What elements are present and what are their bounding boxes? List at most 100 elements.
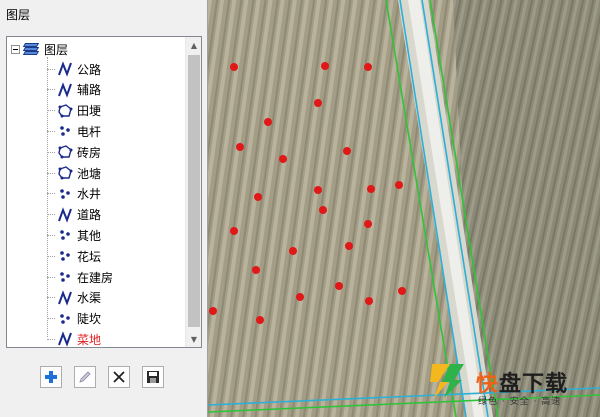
tree-connector <box>47 234 55 236</box>
layer-tree: 图层 公路辅路田埂电杆砖房池塘水井道路其他花坛在建房水渠陡坎菜地 ▲ ▼ <box>6 36 202 348</box>
layer-label: 砖房 <box>77 145 102 160</box>
tree-connector <box>47 297 55 299</box>
layer-item[interactable]: 陡坎 <box>47 309 101 329</box>
layer-item[interactable]: 池塘 <box>47 163 101 183</box>
layer-item[interactable]: 田埂 <box>47 101 101 121</box>
save-icon <box>147 371 159 383</box>
scroll-up-icon[interactable]: ▲ <box>186 37 201 53</box>
layers-stack-icon <box>22 43 40 55</box>
point-marker[interactable] <box>367 185 375 193</box>
tree-connector <box>47 214 55 216</box>
vertical-scrollbar[interactable]: ▲ ▼ <box>185 37 201 347</box>
line-layer-icon <box>57 289 73 306</box>
layer-item[interactable]: 砖房 <box>47 142 101 162</box>
polygon-layer-icon <box>57 144 73 160</box>
layer-label: 电杆 <box>77 124 102 139</box>
point-layer-icon <box>57 311 73 327</box>
layer-label: 池塘 <box>77 166 102 181</box>
layer-panel: 图层 图层 公路辅路田埂电杆砖房池塘水井道路其他花坛在建房水渠陡坎菜地 ▲ ▼ <box>0 0 208 417</box>
tree-connector <box>47 68 55 70</box>
add-layer-button[interactable] <box>40 366 62 388</box>
layer-item[interactable]: 水井 <box>47 184 101 204</box>
point-marker[interactable] <box>343 147 351 155</box>
point-marker[interactable] <box>364 220 372 228</box>
watermark-tagline: 绿色 · 安全 · 高速 <box>478 397 562 407</box>
map-view[interactable]: 快盘下载 绿色 · 安全 · 高速 <box>208 0 600 417</box>
point-marker[interactable] <box>230 63 238 71</box>
layer-label: 陡坎 <box>77 312 102 327</box>
point-marker[interactable] <box>252 266 260 274</box>
layer-item[interactable]: 电杆 <box>47 121 101 141</box>
layer-label: 水井 <box>77 187 102 202</box>
line-layer-icon <box>57 206 73 223</box>
layer-label: 其他 <box>77 228 102 243</box>
tree-connector <box>47 338 55 340</box>
layer-toolbar <box>40 366 164 388</box>
point-marker[interactable] <box>335 282 343 290</box>
point-marker[interactable] <box>321 62 329 70</box>
panel-title: 图层 <box>6 8 31 22</box>
point-marker[interactable] <box>395 181 403 189</box>
point-marker[interactable] <box>296 293 304 301</box>
tree-connector <box>47 172 55 174</box>
edit-layer-button[interactable] <box>74 366 96 388</box>
tree-connector <box>47 276 55 278</box>
layer-item[interactable]: 公路 <box>47 59 101 79</box>
point-marker[interactable] <box>364 63 372 71</box>
add-icon <box>45 371 57 383</box>
brand-logo-icon <box>430 364 464 398</box>
save-layer-button[interactable] <box>142 366 164 388</box>
layer-label: 田埂 <box>77 104 102 119</box>
layer-label: 水渠 <box>77 291 102 306</box>
layer-item[interactable]: 道路 <box>47 205 101 225</box>
line-layer-icon <box>57 331 73 347</box>
line-layer-icon <box>57 61 73 77</box>
point-marker[interactable] <box>365 297 373 305</box>
layer-item[interactable]: 其他 <box>47 225 101 245</box>
tree-root-label: 图层 <box>44 42 69 57</box>
layer-label: 道路 <box>77 208 102 223</box>
line-layer-icon <box>57 81 73 98</box>
tree-root[interactable]: 图层 <box>11 41 68 57</box>
scroll-down-icon[interactable]: ▼ <box>186 331 201 347</box>
tree-connector <box>47 89 55 91</box>
tree-connector <box>47 193 55 195</box>
point-marker[interactable] <box>236 143 244 151</box>
point-marker[interactable] <box>314 99 322 107</box>
layer-label: 花坛 <box>77 249 102 264</box>
point-marker[interactable] <box>279 155 287 163</box>
layer-label: 在建房 <box>77 270 114 285</box>
layer-item[interactable]: 花坛 <box>47 246 101 266</box>
delete-icon <box>113 371 125 383</box>
watermark: 快盘下载 绿色 · 安全 · 高速 <box>428 360 600 417</box>
point-layer-icon <box>57 186 73 202</box>
collapse-toggle-icon[interactable] <box>11 44 20 54</box>
point-marker[interactable] <box>345 242 353 250</box>
point-layer-icon <box>57 227 73 243</box>
point-layer-icon <box>57 248 73 264</box>
point-marker[interactable] <box>254 193 262 201</box>
edit-icon <box>79 371 91 383</box>
layer-item[interactable]: 辅路 <box>47 80 101 100</box>
tree-connector <box>47 110 55 112</box>
point-marker[interactable] <box>230 227 238 235</box>
scrollbar-thumb[interactable] <box>188 55 200 327</box>
point-marker[interactable] <box>314 186 322 194</box>
point-marker[interactable] <box>319 206 327 214</box>
layer-label: 辅路 <box>77 83 102 98</box>
delete-layer-button[interactable] <box>108 366 130 388</box>
layer-item[interactable]: 在建房 <box>47 267 113 287</box>
point-marker[interactable] <box>264 118 272 126</box>
polygon-layer-icon <box>57 103 73 119</box>
point-marker[interactable] <box>256 316 264 324</box>
point-marker[interactable] <box>398 287 406 295</box>
point-layer-icon <box>57 123 73 139</box>
layer-item[interactable]: 水渠 <box>47 288 101 308</box>
point-layer-icon <box>57 269 73 285</box>
tree-connector <box>47 318 55 320</box>
tree-connector <box>47 151 55 153</box>
aerial-image[interactable] <box>208 0 600 417</box>
point-marker[interactable] <box>289 247 297 255</box>
layer-item[interactable]: 菜地 <box>47 329 101 347</box>
point-marker[interactable] <box>209 307 217 315</box>
